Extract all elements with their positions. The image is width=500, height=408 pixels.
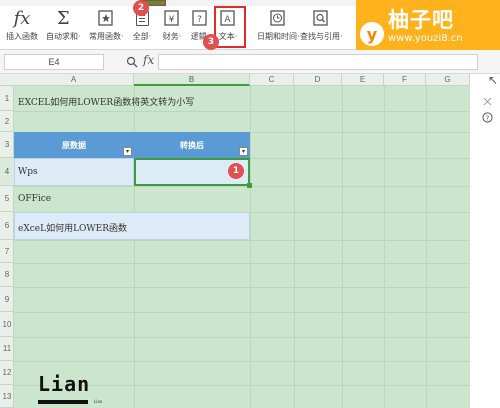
lookup-icon <box>310 8 332 28</box>
column-header-b[interactable]: B <box>134 74 250 86</box>
grid-line <box>426 86 427 408</box>
sheet-title-cell[interactable]: EXCEL如何用LOWER函数将英文转为小写 <box>18 95 194 108</box>
step-badge-3: 3 <box>203 34 219 50</box>
ribbon-toolbar: fx 插入函数 Σ 自动求和· 常用函数· 全部· ¥ 财务· ? 逻辑· A … <box>0 0 500 50</box>
row-header-4[interactable]: 4 <box>0 158 14 186</box>
youzi8-watermark: y 柚子吧 www.youzi8.cn <box>356 0 500 50</box>
table-header-original[interactable]: 原数据 <box>14 132 134 158</box>
row-header-10[interactable]: 10 <box>0 312 14 337</box>
table-header-converted[interactable]: 转换后 <box>134 132 250 158</box>
autosum-label: 自动求和· <box>46 32 81 41</box>
table-header-converted-label: 转换后 <box>180 140 204 150</box>
insert-function-button[interactable]: fx 插入函数 <box>6 8 38 48</box>
youzi-logo-icon: y <box>360 22 384 46</box>
formula-input[interactable] <box>158 54 478 70</box>
grid-line <box>14 240 470 241</box>
step-badge-1: 1 <box>228 163 244 179</box>
autosum-button[interactable]: Σ 自动求和· <box>46 8 81 48</box>
row-header-8[interactable]: 8 <box>0 263 14 287</box>
common-functions-button[interactable]: 常用函数· <box>89 8 124 48</box>
grid-line <box>14 263 470 264</box>
column-header-g[interactable]: G <box>426 74 470 86</box>
help-icon[interactable]: ? <box>482 112 493 126</box>
grid-line <box>14 111 470 112</box>
finance-button[interactable]: ¥ 财务· <box>161 8 183 48</box>
row-header-2[interactable]: 2 <box>0 111 14 132</box>
column-header-c[interactable]: C <box>250 74 294 86</box>
lian-signature: Lian <box>38 372 91 396</box>
row-header-7[interactable]: 7 <box>0 240 14 263</box>
insert-function-label: 插入函数 <box>6 32 38 41</box>
row-header-13[interactable]: 13 <box>0 385 14 408</box>
grid-line <box>342 86 343 408</box>
filter-dropdown-icon[interactable]: ▾ <box>123 147 132 156</box>
formula-bar: E4 fx <box>0 50 500 74</box>
fx-icon: fx <box>13 7 31 29</box>
row-header-9[interactable]: 9 <box>0 287 14 312</box>
step-badge-2: 2 <box>133 0 149 16</box>
grid-line <box>384 86 385 408</box>
all-functions-label: 全部· <box>132 32 152 41</box>
table-header-original-label: 原数据 <box>62 140 86 150</box>
logic-icon: ? <box>189 8 211 28</box>
svg-text:?: ? <box>486 114 490 122</box>
row-header-5[interactable]: 5 <box>0 186 14 212</box>
watermark-title: 柚子吧 <box>388 8 454 32</box>
column-header-e[interactable]: E <box>342 74 384 86</box>
insert-fx-icon[interactable]: fx <box>143 53 154 67</box>
cursor-arrow-icon: ↖ <box>488 73 499 87</box>
star-function-icon <box>95 8 117 28</box>
spreadsheet-grid[interactable]: A B C D E F G 1 2 3 4 5 6 7 8 9 10 11 12… <box>0 74 470 408</box>
zoom-icon[interactable] <box>126 56 138 68</box>
common-functions-label: 常用函数· <box>89 32 124 41</box>
grid-line <box>14 312 470 313</box>
data-text-a4: Wps <box>18 167 38 177</box>
lookup-reference-label: 查找与引用· <box>300 32 343 41</box>
side-panel-icon[interactable] <box>482 96 493 110</box>
svg-text:?: ? <box>197 15 202 25</box>
row-header-6[interactable]: 6 <box>0 212 14 240</box>
column-header-row: A B C D E F G <box>0 74 470 86</box>
row-header-11[interactable]: 11 <box>0 337 14 361</box>
grid-line <box>250 86 251 408</box>
column-header-d[interactable]: D <box>294 74 342 86</box>
finance-icon: ¥ <box>161 8 183 28</box>
signature-small-text: Lian <box>94 399 103 404</box>
sigma-icon: Σ <box>56 7 70 29</box>
column-header-a[interactable]: A <box>14 74 134 86</box>
row-header-1[interactable]: 1 <box>0 86 14 111</box>
lookup-reference-button[interactable]: 查找与引用· <box>300 8 343 48</box>
column-header-f[interactable]: F <box>384 74 426 86</box>
filter-dropdown-icon[interactable]: ▾ <box>239 147 248 156</box>
watermark-url: www.youzi8.cn <box>388 33 463 44</box>
row-header-3[interactable]: 3 <box>0 132 14 158</box>
grid-line <box>294 86 295 408</box>
date-time-icon <box>267 8 289 28</box>
finance-label: 财务· <box>162 32 182 41</box>
grid-line <box>14 186 470 187</box>
grid-line <box>14 337 470 338</box>
grid-line <box>14 287 470 288</box>
date-time-label: 日期和时间· <box>257 32 300 41</box>
signature-underline <box>38 400 88 404</box>
data-text-a5[interactable]: OFFice <box>18 194 51 204</box>
svg-text:¥: ¥ <box>169 15 175 25</box>
date-time-button[interactable]: 日期和时间· <box>257 8 300 48</box>
grid-line <box>14 361 470 362</box>
fill-handle[interactable] <box>247 183 252 188</box>
name-box[interactable]: E4 <box>4 54 104 70</box>
row-header-12[interactable]: 12 <box>0 361 14 385</box>
data-text-a6: eXceL如何用LOWER函数 <box>18 224 128 234</box>
